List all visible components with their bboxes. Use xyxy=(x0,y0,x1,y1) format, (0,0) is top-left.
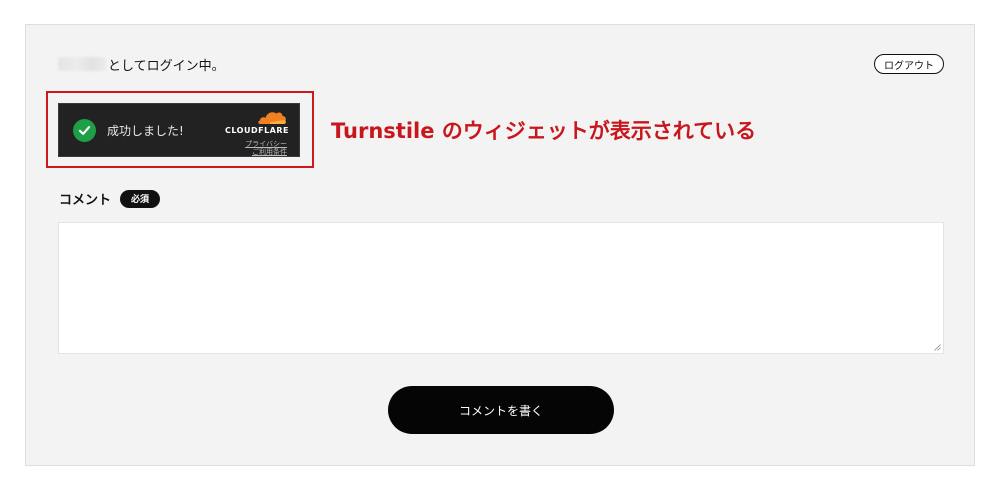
turnstile-widget: 成功しました! CLOUDFLARE プライバシー ご利用条件 xyxy=(58,103,300,157)
success-check-icon xyxy=(73,119,96,142)
comment-form-panel: としてログイン中。 ログアウト 成功しました! CLOUDFLARE プライバシ… xyxy=(25,24,975,466)
cloudflare-wordmark: CLOUDFLARE xyxy=(225,126,289,135)
logout-button[interactable]: ログアウト xyxy=(874,54,944,74)
resize-grip-icon[interactable] xyxy=(934,344,941,351)
annotation-text: Turnstile のウィジェットが表示されている xyxy=(331,119,757,143)
comment-label-row: コメント 必須 xyxy=(59,189,161,208)
blurred-username xyxy=(58,57,106,71)
terms-link[interactable]: ご利用条件 xyxy=(252,147,287,157)
login-status-text: としてログイン中。 xyxy=(108,58,225,74)
cloudflare-logo: CLOUDFLARE xyxy=(225,110,289,138)
comment-label: コメント xyxy=(59,193,112,208)
cloudflare-cloud-icon xyxy=(258,112,286,124)
comment-textarea[interactable] xyxy=(58,222,944,354)
login-status: としてログイン中。 xyxy=(58,55,225,74)
required-badge: 必須 xyxy=(120,189,161,208)
turnstile-status-text: 成功しました! xyxy=(107,124,184,138)
submit-comment-button[interactable]: コメントを書く xyxy=(388,386,614,434)
